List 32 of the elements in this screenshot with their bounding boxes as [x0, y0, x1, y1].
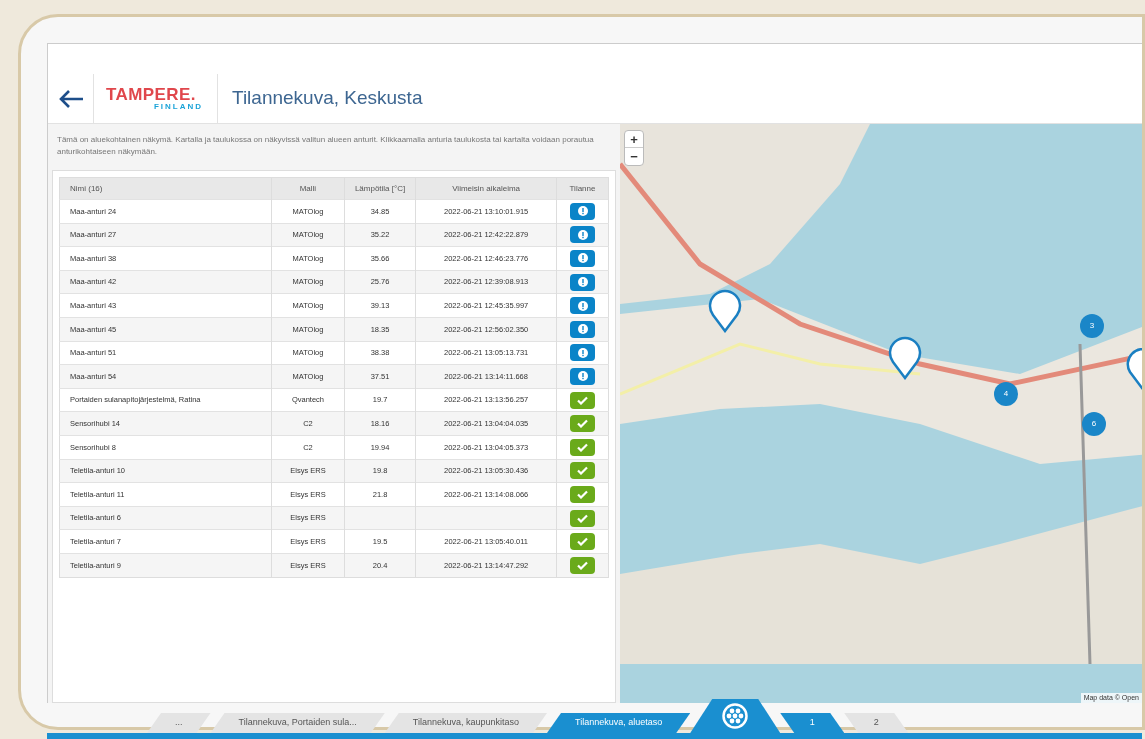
breadcrumb-tab[interactable]: Tilannekuva, kaupunkitaso: [384, 713, 547, 733]
alert-status-icon[interactable]: [570, 202, 595, 220]
check-status-icon[interactable]: [570, 391, 595, 409]
zoom-out-button[interactable]: −: [625, 148, 643, 165]
check-status-icon[interactable]: [570, 415, 595, 433]
page-tab[interactable]: 1: [780, 713, 845, 733]
alert-status-icon[interactable]: [570, 367, 595, 385]
intro-text: Tämä on aluekohtainen näkymä. Kartalla ja taulukossa on näkyvissä valitun alueen anturit. Klikkaamalla anturia taulukosta tai kartalta voidaan porautua anturikohtaiseen näkymään.: [56, 134, 595, 158]
check-status-icon[interactable]: [570, 556, 595, 574]
page-tab[interactable]: 2: [844, 713, 909, 733]
alert-status-icon[interactable]: [570, 344, 595, 362]
alert-status-icon[interactable]: [570, 320, 595, 338]
check-status-icon[interactable]: [570, 509, 595, 527]
check-status-icon[interactable]: [570, 438, 595, 456]
check-status-icon[interactable]: [570, 485, 595, 503]
alert-status-icon[interactable]: [570, 273, 595, 291]
alert-status-icon[interactable]: [570, 226, 595, 244]
back-arrow-icon: [57, 88, 84, 109]
map-pin-icon: [888, 336, 922, 380]
map-pin-icon: [708, 289, 742, 333]
breadcrumb-tab[interactable]: Tilannekuva, aluetaso: [547, 713, 691, 733]
check-status-icon[interactable]: [570, 533, 595, 551]
alert-status-icon[interactable]: [570, 250, 595, 267]
breadcrumb-tab[interactable]: Tilannekuva, Portaiden sula...: [210, 713, 385, 733]
cluster-marker[interactable]: 3: [1080, 314, 1104, 338]
hexagon-cluster-icon: [722, 703, 749, 729]
breadcrumb-tab[interactable]: ...: [147, 713, 211, 733]
logo: TAMPERE. FINLAND: [94, 74, 218, 123]
page-title: Tilannekuva, Keskusta: [231, 86, 423, 111]
zoom-in-button[interactable]: +: [625, 131, 643, 148]
check-status-icon[interactable]: [570, 462, 595, 480]
alert-status-icon[interactable]: [570, 297, 595, 315]
